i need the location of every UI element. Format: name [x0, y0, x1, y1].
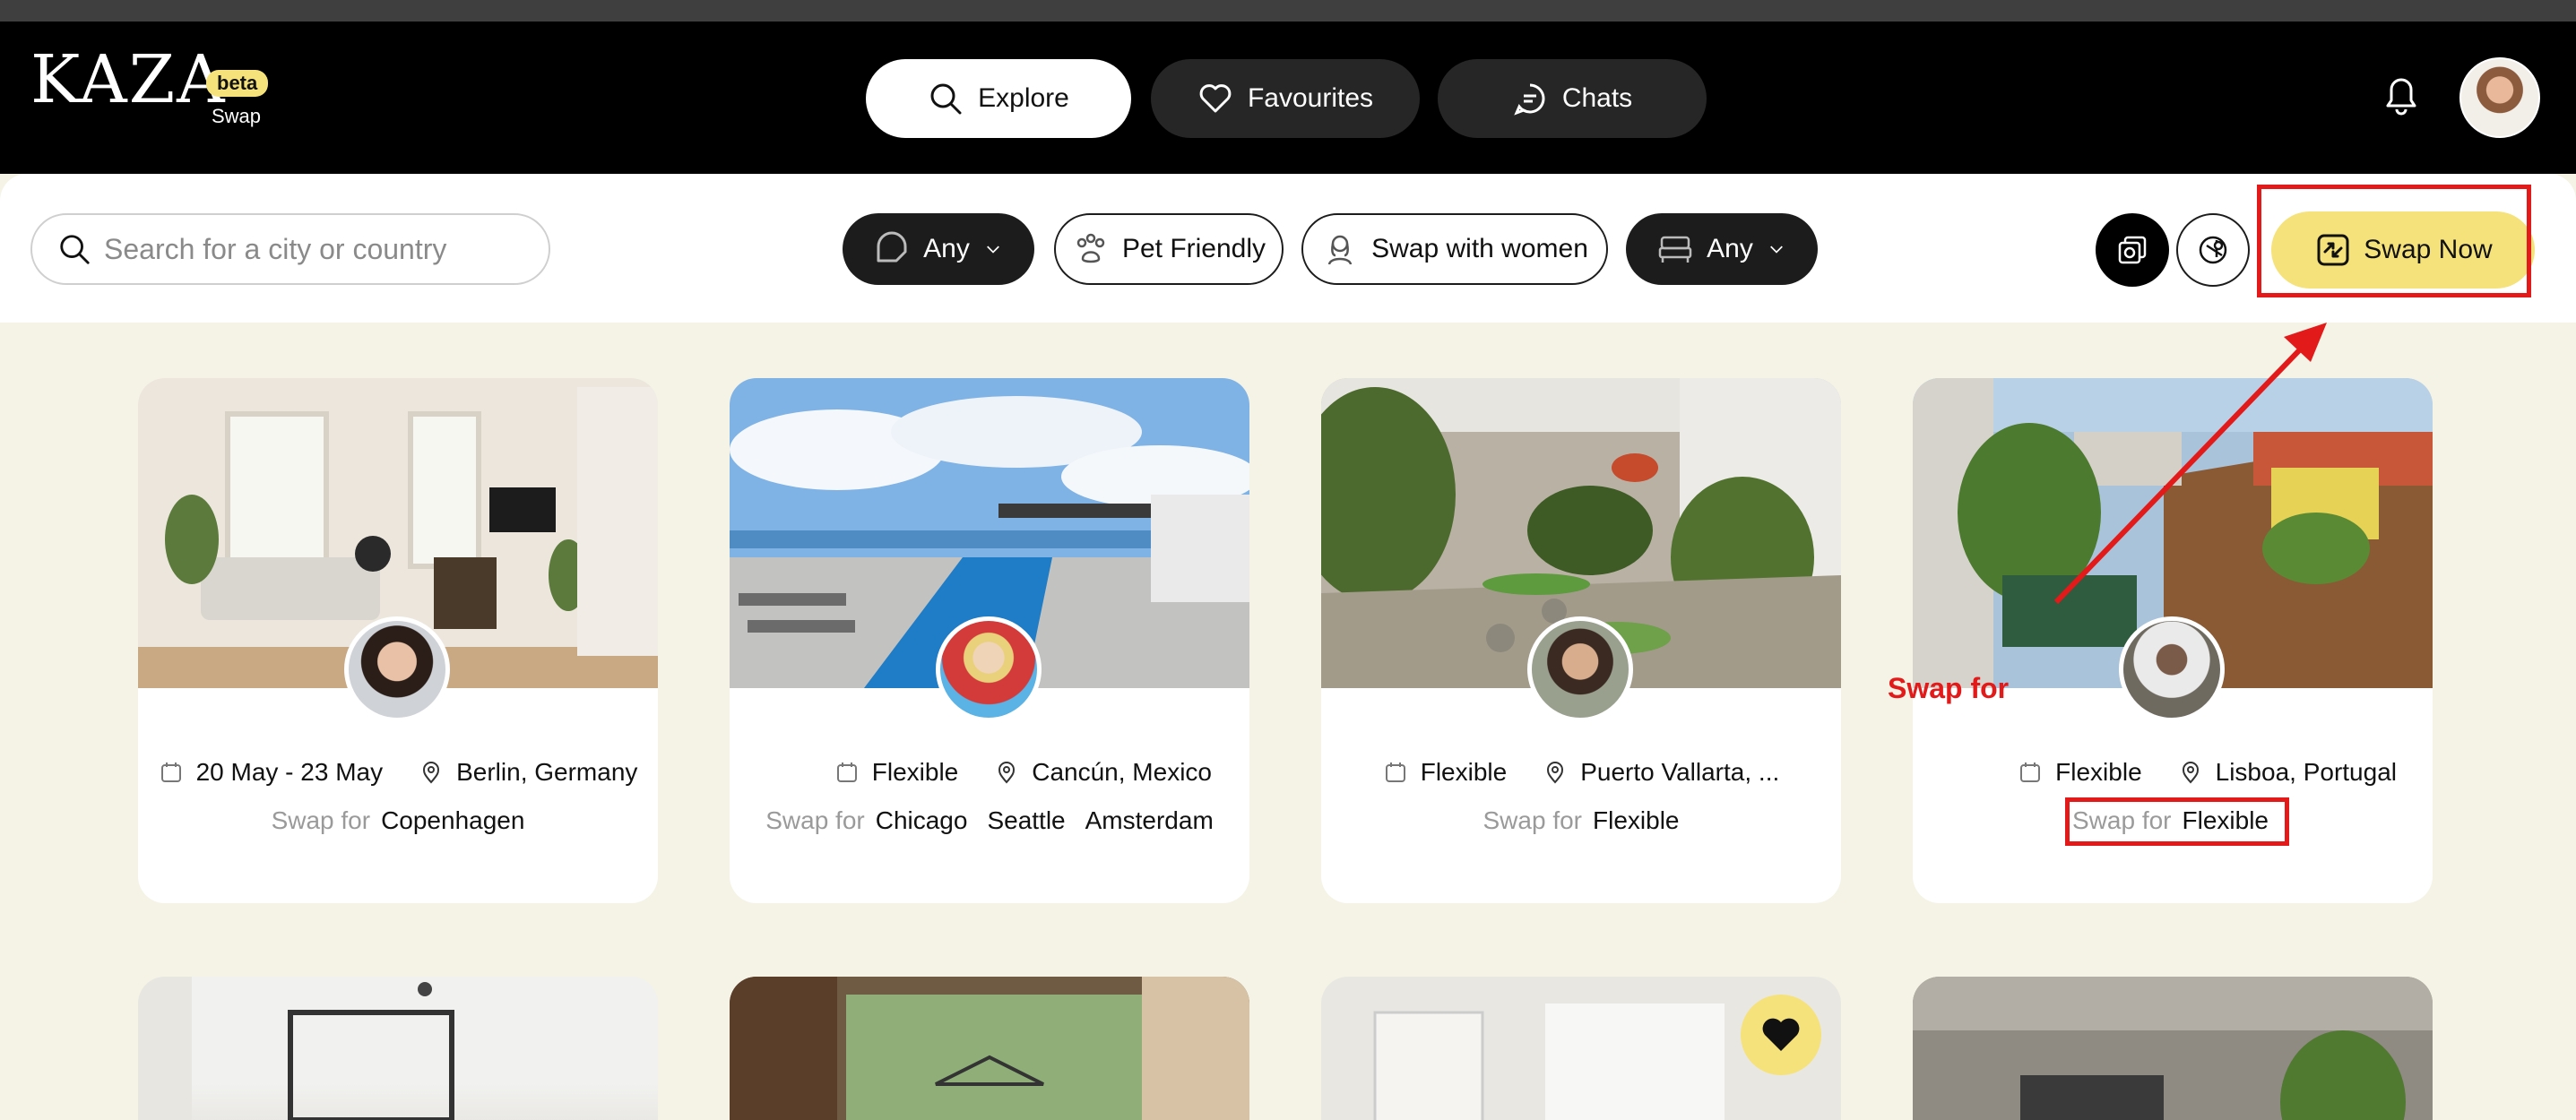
- swap-for-label: Swap for: [271, 806, 371, 834]
- nav-explore-label: Explore: [978, 83, 1069, 113]
- swap-for-label: Swap for: [1482, 806, 1583, 834]
- listing-meta: Flexible Lisboa, Portugal: [1913, 758, 2433, 787]
- swap-for-destination: Chicago: [875, 806, 968, 834]
- swap-with-women-filter[interactable]: Swap with women: [1301, 213, 1608, 285]
- search-icon: [60, 235, 90, 264]
- listing-location: Berlin, Germany: [456, 758, 638, 786]
- host-avatar[interactable]: [2119, 616, 2225, 722]
- swap-for-destination: Flexible: [1593, 806, 1680, 834]
- swap-for-label: Swap for: [765, 806, 865, 834]
- nav-favourites-label: Favourites: [1247, 83, 1374, 113]
- listing-card[interactable]: 20 May - 23 May Berlin, Germany Swap for…: [138, 378, 658, 903]
- nav-chats-label: Chats: [1561, 83, 1633, 113]
- search-input[interactable]: [104, 232, 534, 266]
- bed-icon: [1658, 236, 1692, 263]
- annotation-label: Swap for: [1888, 672, 2010, 704]
- favourite-toggle-button[interactable]: [1741, 995, 1821, 1075]
- heart-icon: [1199, 84, 1232, 113]
- listing-card[interactable]: Flexible Puerto Vallarta, ... Swap for F…: [1321, 378, 1841, 903]
- map-pin-icon: [2199, 236, 2227, 264]
- kaza-logo[interactable]: KAZA: [30, 47, 227, 113]
- listing-meta: 20 May - 23 May Berlin, Germany: [138, 758, 658, 787]
- location-pin-icon: [423, 762, 440, 784]
- swap-with-women-label: Swap with women: [1371, 234, 1588, 263]
- listing-dates: Flexible: [871, 758, 959, 786]
- woman-icon: [1327, 235, 1353, 265]
- heart-filled-icon: [1762, 1018, 1800, 1051]
- search-icon: [930, 83, 962, 115]
- annotation-highlight-swap-for: [2065, 797, 2289, 846]
- listing-dates: Flexible: [2055, 758, 2142, 786]
- pet-friendly-label: Pet Friendly: [1121, 234, 1266, 263]
- chat-icon: [1514, 83, 1545, 116]
- calendar-icon: [2020, 762, 2041, 782]
- listing-meta: Flexible Puerto Vallarta, ...: [1321, 758, 1841, 787]
- host-avatar[interactable]: [1527, 616, 1633, 722]
- gallery-view-button[interactable]: [2096, 213, 2169, 287]
- location-pin-icon: [1547, 762, 1564, 784]
- home-type-dropdown[interactable]: Any: [843, 213, 1034, 285]
- chevron-down-icon: [1769, 246, 1783, 254]
- bedrooms-dropdown[interactable]: Any: [1626, 213, 1818, 285]
- beta-badge: beta: [206, 70, 269, 97]
- map-view-button[interactable]: [2176, 213, 2250, 287]
- listing-dates: Flexible: [1420, 758, 1508, 786]
- nav-favourites-button[interactable]: Favourites: [1151, 59, 1420, 138]
- listing-location: Cancún, Mexico: [1032, 758, 1212, 786]
- search-box[interactable]: [30, 213, 550, 285]
- home-type-value: Any: [923, 234, 970, 263]
- gallery-icon: [2118, 236, 2147, 264]
- listing-meta: Flexible Cancún, Mexico: [730, 758, 1249, 787]
- listing-card[interactable]: [730, 977, 1249, 1120]
- annotation-highlight-swap-now: [2257, 185, 2531, 297]
- host-avatar[interactable]: [344, 616, 450, 722]
- paw-icon: [1076, 233, 1105, 263]
- swap-for-destination: Seattle: [987, 806, 1066, 834]
- listing-card[interactable]: [138, 977, 658, 1120]
- listing-swap-for: Swap for Chicago Seattle Amsterdam: [730, 806, 1249, 835]
- nav-chats-button[interactable]: Chats: [1438, 59, 1707, 138]
- listing-card[interactable]: [1913, 977, 2433, 1120]
- swap-for-destination: Amsterdam: [1085, 806, 1214, 834]
- location-pin-icon: [2182, 762, 2199, 784]
- user-avatar[interactable]: [2459, 57, 2540, 138]
- notification-bell-icon[interactable]: [2381, 72, 2422, 116]
- listing-swap-for: Swap for Flexible: [1321, 806, 1841, 835]
- calendar-icon: [160, 762, 181, 782]
- logo-subtitle: Swap: [212, 105, 262, 127]
- nav-explore-button[interactable]: Explore: [866, 59, 1131, 138]
- location-pin-icon: [998, 762, 1016, 784]
- swap-for-destination: Copenhagen: [381, 806, 525, 834]
- listing-dates: 20 May - 23 May: [195, 758, 384, 786]
- calendar-icon: [1385, 762, 1405, 782]
- listing-swap-for: Swap for Copenhagen: [138, 806, 658, 835]
- bedrooms-value: Any: [1707, 234, 1753, 263]
- listing-location: Puerto Vallarta, ...: [1580, 758, 1780, 786]
- listing-card[interactable]: Flexible Cancún, Mexico Swap for Chicago…: [730, 378, 1249, 903]
- browser-top-strip: [0, 0, 2576, 22]
- home-location-icon: [877, 231, 907, 263]
- pet-friendly-filter[interactable]: Pet Friendly: [1054, 213, 1284, 285]
- listing-location: Lisboa, Portugal: [2215, 758, 2397, 786]
- chevron-down-icon: [986, 246, 999, 254]
- calendar-icon: [836, 762, 857, 782]
- host-avatar[interactable]: [936, 616, 1042, 722]
